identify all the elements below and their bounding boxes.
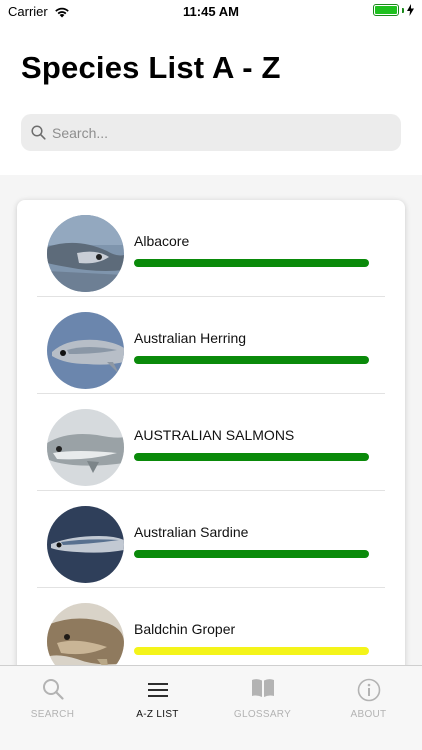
species-name: Baldchin Groper bbox=[134, 621, 236, 637]
species-name: Albacore bbox=[134, 233, 190, 249]
list-item-albacore[interactable]: Albacore bbox=[37, 200, 385, 297]
status-bar-green bbox=[134, 259, 369, 267]
tab-bar: SEARCH A-Z LIST GLOSSARY ABOUT bbox=[0, 665, 422, 750]
status-bar-yellow bbox=[134, 647, 369, 655]
tab-label: A-Z LIST bbox=[136, 709, 179, 720]
search-input[interactable] bbox=[52, 124, 372, 141]
status-time: 11:45 AM bbox=[183, 4, 239, 19]
status-bar: Carrier 11:45 AM bbox=[0, 0, 422, 22]
list-icon bbox=[147, 683, 168, 697]
australian-sardine-fish-photo bbox=[47, 506, 124, 583]
list-item-australian-salmons[interactable]: AUSTRALIAN SALMONS bbox=[37, 394, 385, 491]
species-list-area[interactable]: Albacore Australian Herring AUSTRALIAN S… bbox=[0, 175, 422, 665]
status-bar-green bbox=[134, 550, 369, 558]
species-name: Australian Sardine bbox=[134, 524, 249, 540]
search-icon bbox=[42, 679, 64, 700]
list-item-baldchin-groper[interactable]: Baldchin Groper bbox=[37, 588, 385, 665]
tab-label: ABOUT bbox=[350, 709, 387, 720]
species-name: Australian Herring bbox=[134, 330, 247, 346]
page-title: Species List A - Z bbox=[21, 50, 281, 85]
baldchin-groper-fish-photo bbox=[47, 603, 124, 665]
list-item-australian-sardine[interactable]: Australian Sardine bbox=[37, 491, 385, 588]
australian-salmon-fish-photo bbox=[47, 409, 124, 486]
tab-label: GLOSSARY bbox=[233, 709, 292, 720]
status-bar-green bbox=[134, 453, 369, 461]
tab-label: SEARCH bbox=[30, 709, 75, 720]
species-list-card: Albacore Australian Herring AUSTRALIAN S… bbox=[17, 200, 405, 665]
tab-glossary[interactable]: GLOSSARY bbox=[210, 666, 315, 726]
status-bar-green bbox=[134, 356, 369, 364]
list-item-australian-herring[interactable]: Australian Herring bbox=[37, 297, 385, 394]
australian-herring-fish-photo bbox=[47, 312, 124, 389]
tab-about[interactable]: ABOUT bbox=[316, 666, 421, 726]
search-bar[interactable] bbox=[21, 114, 401, 151]
info-icon bbox=[357, 678, 380, 702]
search-icon bbox=[31, 125, 46, 140]
charging-bolt-icon bbox=[407, 4, 414, 16]
battery-tip bbox=[402, 7, 404, 13]
tab-search[interactable]: SEARCH bbox=[0, 666, 105, 726]
book-icon bbox=[251, 679, 274, 697]
species-name: AUSTRALIAN SALMONS bbox=[134, 427, 295, 443]
battery-icon bbox=[373, 4, 399, 16]
albacore-fish-photo bbox=[47, 215, 124, 292]
tab-az-list[interactable]: A-Z LIST bbox=[105, 666, 210, 726]
status-right bbox=[373, 4, 414, 16]
